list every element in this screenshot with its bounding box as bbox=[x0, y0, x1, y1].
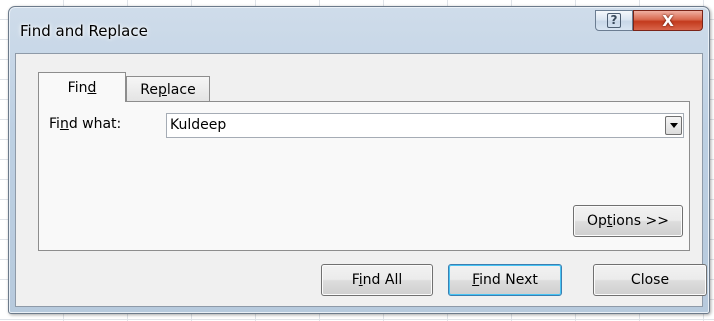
help-button[interactable]: ? bbox=[595, 10, 633, 31]
find-all-label: Find All bbox=[351, 272, 403, 288]
close-window-button[interactable]: X bbox=[633, 10, 703, 31]
options-button[interactable]: Options >> bbox=[573, 205, 683, 237]
close-icon: X bbox=[662, 11, 674, 30]
find-what-label: Find what: bbox=[49, 116, 122, 132]
help-icon: ? bbox=[606, 13, 622, 28]
tab-find-label: Find bbox=[67, 79, 97, 96]
chevron-down-icon bbox=[669, 123, 678, 128]
find-replace-dialog: Find and Replace ? X Find Replace Find w… bbox=[8, 6, 710, 314]
tab-replace-label: Replace bbox=[140, 81, 196, 98]
dialog-client-area: Find Replace Find what: Kuldeep Options … bbox=[15, 53, 707, 307]
find-next-button[interactable]: Find Next bbox=[448, 264, 562, 296]
tab-find[interactable]: Find bbox=[38, 72, 126, 102]
options-button-label: Options >> bbox=[587, 213, 669, 229]
find-tab-panel: Find what: Kuldeep Options >> bbox=[38, 101, 690, 251]
find-what-value: Kuldeep bbox=[170, 117, 227, 133]
dialog-title: Find and Replace bbox=[20, 22, 148, 40]
close-button[interactable]: Close bbox=[593, 264, 707, 296]
close-button-label: Close bbox=[630, 272, 670, 288]
tab-replace[interactable]: Replace bbox=[126, 76, 210, 102]
find-all-button[interactable]: Find All bbox=[321, 264, 433, 296]
find-next-label: Find Next bbox=[472, 272, 538, 288]
dropdown-button[interactable] bbox=[665, 116, 682, 135]
title-bar[interactable]: Find and Replace ? X bbox=[9, 7, 709, 53]
find-what-combobox[interactable]: Kuldeep bbox=[166, 113, 684, 138]
